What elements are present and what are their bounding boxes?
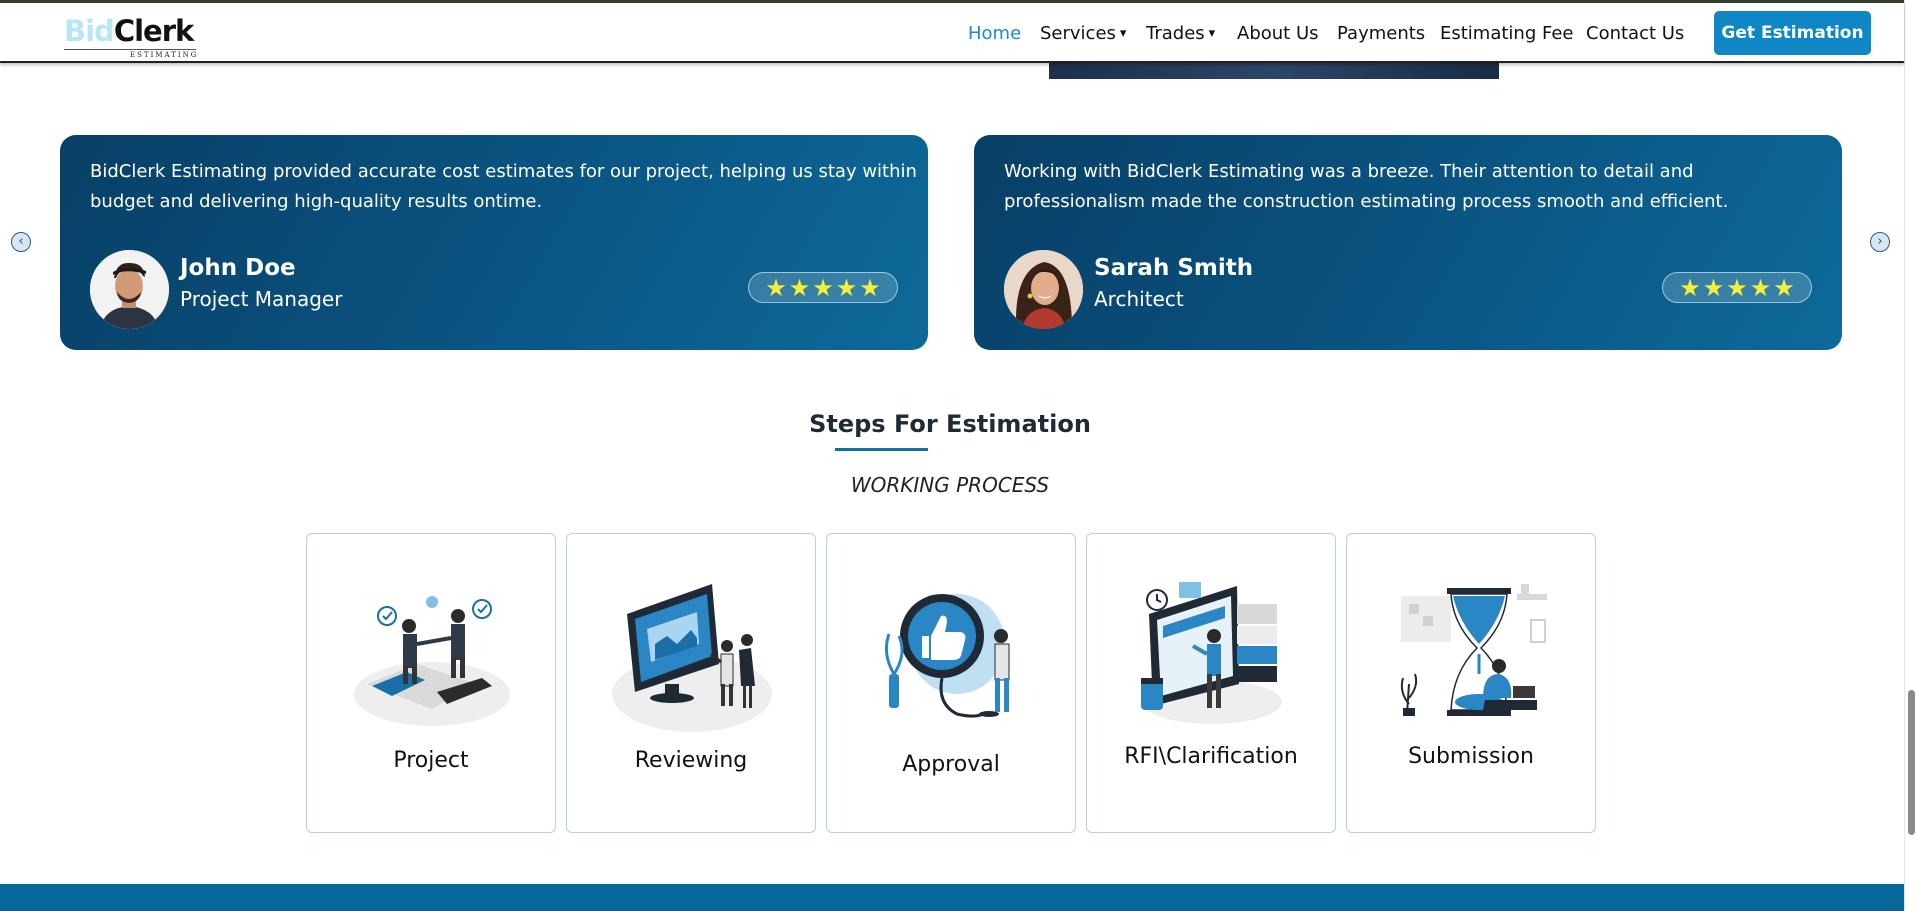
star-icon: ★ bbox=[1679, 273, 1701, 302]
nav-trades[interactable]: Trades ▾ bbox=[1146, 3, 1215, 63]
testimonial-card: BidClerk Estimating provided accurate co… bbox=[60, 135, 928, 350]
hero-image-edge bbox=[1049, 63, 1499, 79]
thumbs-up-approval-icon bbox=[884, 594, 1010, 718]
chevron-right-icon[interactable]: › bbox=[1870, 232, 1890, 252]
nav-home-label: Home bbox=[968, 22, 1022, 44]
step-card-project: Project bbox=[306, 533, 556, 833]
steps-subtitle: WORKING PROCESS bbox=[850, 473, 1050, 497]
avatar bbox=[1004, 250, 1083, 329]
testimonial-name: John Doe bbox=[180, 255, 296, 281]
logo-divider bbox=[64, 49, 196, 50]
bidclerk-logo[interactable]: BidClerk ESTIMATING bbox=[64, 15, 204, 61]
step-label: RFI\Clarification bbox=[1124, 744, 1298, 769]
get-estimation-button[interactable]: Get Estimation bbox=[1714, 11, 1871, 55]
scrollbar-thumb[interactable] bbox=[1908, 690, 1915, 835]
steps-title: Steps For Estimation bbox=[809, 410, 1091, 438]
nav-contact-label: Contact Us bbox=[1586, 22, 1685, 44]
title-underline bbox=[835, 448, 928, 451]
step-card-submission: Submission bbox=[1346, 533, 1596, 833]
chevron-down-icon: ▾ bbox=[1208, 25, 1216, 41]
nav-fee-label: Estimating Fee bbox=[1440, 22, 1574, 44]
footer-band bbox=[0, 884, 1904, 911]
star-icon: ★ bbox=[812, 273, 834, 302]
star-icon: ★ bbox=[859, 273, 881, 302]
testimonial-role: Project Manager bbox=[180, 287, 343, 311]
nav-services[interactable]: Services ▾ bbox=[1040, 3, 1126, 63]
step-card-approval: Approval bbox=[826, 533, 1076, 833]
navbar: BidClerk ESTIMATING Home Services ▾ Trade… bbox=[0, 3, 1904, 63]
star-rating: ★ ★ ★ ★ ★ bbox=[1662, 272, 1812, 303]
monitor-review-icon bbox=[612, 584, 772, 732]
nav-about-us[interactable]: About Us bbox=[1237, 3, 1319, 63]
nav-about-label: About Us bbox=[1237, 22, 1319, 44]
avatar bbox=[90, 250, 169, 329]
testimonial-name: Sarah Smith bbox=[1094, 255, 1254, 281]
nav-home[interactable]: Home bbox=[968, 3, 1021, 63]
star-icon: ★ bbox=[788, 273, 811, 302]
nav-estimating-fee[interactable]: Estimating Fee bbox=[1440, 3, 1574, 63]
star-icon: ★ bbox=[1726, 273, 1748, 302]
step-label: Project bbox=[393, 748, 469, 773]
star-icon: ★ bbox=[765, 273, 787, 302]
step-label: Submission bbox=[1408, 744, 1534, 769]
nav-payments[interactable]: Payments bbox=[1337, 3, 1425, 63]
step-card-reviewing: Reviewing bbox=[566, 533, 816, 833]
star-rating: ★ ★ ★ ★ ★ bbox=[748, 272, 898, 303]
chevron-left-icon[interactable]: ‹ bbox=[11, 232, 31, 252]
handshake-puzzle-icon bbox=[354, 596, 510, 726]
step-card-rfi-clarification: RFI\Clarification bbox=[1086, 533, 1336, 833]
step-label: Reviewing bbox=[634, 748, 748, 773]
nav-services-label: Services bbox=[1040, 22, 1116, 44]
page-scrollbar[interactable] bbox=[1904, 0, 1916, 911]
testimonial-card: Working with BidClerk Estimating was a b… bbox=[974, 135, 1842, 350]
testimonial-quote: Working with BidClerk Estimating was a b… bbox=[1004, 161, 1729, 212]
logo-clerk: Clerk bbox=[113, 14, 194, 48]
star-icon: ★ bbox=[1773, 273, 1795, 302]
nav-contact-us[interactable]: Contact Us bbox=[1586, 3, 1684, 63]
star-icon: ★ bbox=[1702, 273, 1725, 302]
step-label: Approval bbox=[902, 752, 1000, 777]
testimonial-role: Architect bbox=[1094, 287, 1184, 311]
star-icon: ★ bbox=[835, 273, 858, 302]
hourglass-submission-icon bbox=[1400, 584, 1547, 716]
chevron-down-icon: ▾ bbox=[1119, 25, 1127, 41]
nav-trades-label: Trades bbox=[1146, 22, 1205, 44]
logo-bid: Bid bbox=[64, 14, 115, 48]
testimonial-quote: BidClerk Estimating provided accurate co… bbox=[90, 161, 917, 212]
documents-clarification-icon bbox=[1141, 582, 1282, 724]
logo-subtitle: ESTIMATING bbox=[130, 51, 199, 59]
star-icon: ★ bbox=[1749, 273, 1772, 302]
nav-payments-label: Payments bbox=[1337, 22, 1426, 44]
